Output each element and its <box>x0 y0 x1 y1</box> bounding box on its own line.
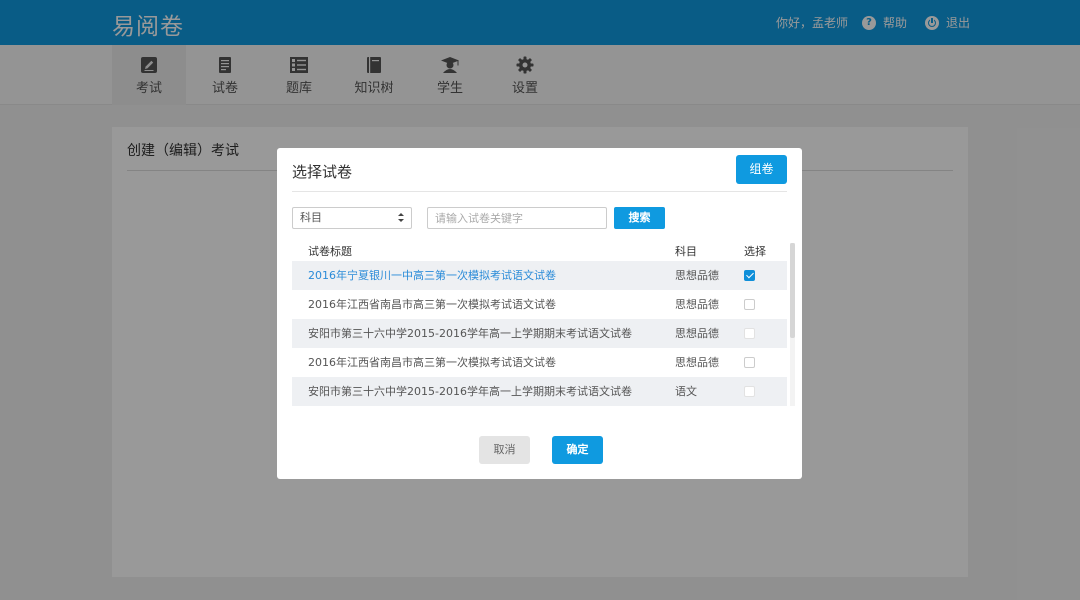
paper-table: 2016年宁夏银川一中高三第一次模拟考试语文试卷 思想品德 2016年江西省南昌… <box>292 261 787 406</box>
row-checkbox[interactable] <box>744 270 755 281</box>
row-checkbox[interactable] <box>744 357 755 368</box>
scrollbar-thumb[interactable] <box>790 243 795 338</box>
row-subject: 语文 <box>675 385 697 398</box>
row-subject: 思想品德 <box>675 327 719 340</box>
select-paper-dialog: 选择试卷 组卷 科目 搜索 试卷标题 科目 选择 2016年宁夏银川一中高三第一… <box>277 148 802 479</box>
row-title: 安阳市第三十六中学2015-2016学年高一上学期期末考试语文试卷 <box>308 385 632 398</box>
column-header-subject: 科目 <box>675 245 697 258</box>
table-row[interactable]: 安阳市第三十六中学2015-2016学年高一上学期期末考试语文试卷 语文 <box>292 377 787 406</box>
table-row[interactable]: 2016年江西省南昌市高三第一次模拟考试语文试卷 思想品德 <box>292 348 787 377</box>
table-row[interactable]: 安阳市第三十六中学2015-2016学年高一上学期期末考试语文试卷 思想品德 <box>292 319 787 348</box>
compose-paper-button[interactable]: 组卷 <box>736 155 787 184</box>
paper-search-input[interactable] <box>427 207 607 229</box>
dialog-divider <box>292 191 787 192</box>
column-header-title: 试卷标题 <box>308 245 352 258</box>
confirm-button[interactable]: 确定 <box>552 436 603 464</box>
row-title: 安阳市第三十六中学2015-2016学年高一上学期期末考试语文试卷 <box>308 327 632 340</box>
select-arrows-icon <box>398 212 404 224</box>
row-title: 2016年宁夏银川一中高三第一次模拟考试语文试卷 <box>308 269 556 282</box>
row-title: 2016年江西省南昌市高三第一次模拟考试语文试卷 <box>308 298 556 311</box>
row-title: 2016年江西省南昌市高三第一次模拟考试语文试卷 <box>308 356 556 369</box>
subject-select-value: 科目 <box>300 211 322 224</box>
row-checkbox[interactable] <box>744 328 755 339</box>
dialog-title: 选择试卷 <box>292 163 353 181</box>
subject-select[interactable]: 科目 <box>292 207 412 229</box>
table-row[interactable]: 2016年江西省南昌市高三第一次模拟考试语文试卷 思想品德 <box>292 290 787 319</box>
row-checkbox[interactable] <box>744 386 755 397</box>
row-subject: 思想品德 <box>675 269 719 282</box>
search-button[interactable]: 搜索 <box>614 207 665 229</box>
cancel-button[interactable]: 取消 <box>479 436 530 464</box>
row-subject: 思想品德 <box>675 356 719 369</box>
table-row[interactable]: 2016年宁夏银川一中高三第一次模拟考试语文试卷 思想品德 <box>292 261 787 290</box>
row-subject: 思想品德 <box>675 298 719 311</box>
table-scrollbar[interactable] <box>790 243 795 406</box>
column-header-select: 选择 <box>744 245 766 258</box>
row-checkbox[interactable] <box>744 299 755 310</box>
